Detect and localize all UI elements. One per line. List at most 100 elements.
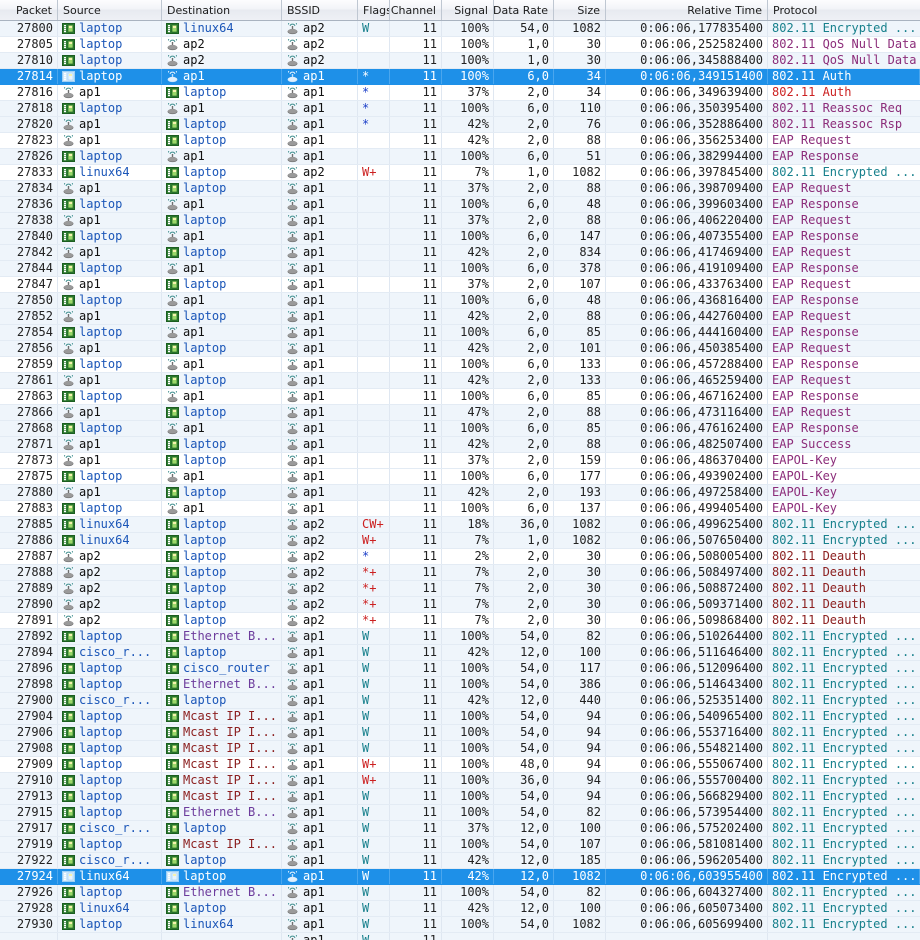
column-header-signal[interactable]: Signal — [442, 0, 494, 20]
table-row[interactable]: 27892 laptop Ethernet B... ap1 W 11 100% 54,0 82… — [0, 629, 920, 645]
column-header-packet[interactable]: Packet — [0, 0, 58, 20]
cell-chan: 11 — [390, 197, 442, 212]
table-row[interactable]: 27917 cisco_r... laptop ap1 W 11 37% 12,0 100 0:0… — [0, 821, 920, 837]
cell-packet: 27915 — [0, 805, 58, 820]
table-row[interactable]: 27820 ap1 laptop ap1 * 11 42% 2,0 76 0:06:06,3528… — [0, 117, 920, 133]
table-row[interactable]: 27926 laptop Ethernet B... ap1 W 11 100% 54,0 82… — [0, 885, 920, 901]
cell-packet: 27894 — [0, 645, 58, 660]
cell-dest: laptop — [162, 213, 282, 228]
table-row[interactable]: 27818 laptop ap1 ap1 * 11 100% 6,0 110 0:06:06,35… — [0, 101, 920, 117]
table-row[interactable]: 27887 ap2 laptop ap2 * 11 2% 2,0 30 0:06:06,50800… — [0, 549, 920, 565]
cell-signal: 100% — [442, 757, 494, 772]
table-row[interactable]: 27886 linux64 laptop ap2 W+ 11 7% 1,0 1082 0:06:0… — [0, 533, 920, 549]
table-row[interactable]: 27889 ap2 laptop ap2 *+ 11 7% 2,0 30 0:06:06,5088… — [0, 581, 920, 597]
table-row[interactable]: 27894 cisco_r... laptop ap1 W 11 42% 12,0 100 0:0… — [0, 645, 920, 661]
table-row[interactable]: 27915 laptop Ethernet B... ap1 W 11 100% 54,0 82… — [0, 805, 920, 821]
table-row[interactable]: 27826 laptop ap1 ap1 11 100% 6,0 51 0:06:06,3829… — [0, 149, 920, 165]
column-header-channel[interactable]: Channel — [390, 0, 442, 20]
table-row[interactable]: 27823 ap1 laptop ap1 11 42% 2,0 88 0:06:06,35625… — [0, 133, 920, 149]
table-row[interactable]: 27885 linux64 laptop ap2 CW+ 11 18% 36,0 1082 0:0… — [0, 517, 920, 533]
host-icon — [166, 166, 180, 179]
table-row[interactable]: 27850 laptop ap1 ap1 11 100% 6,0 48 0:06:06,4368… — [0, 293, 920, 309]
cell-text: 37% — [467, 181, 489, 195]
table-row[interactable]: 27863 laptop ap1 ap1 11 100% 6,0 85 0:06:06,4671… — [0, 389, 920, 405]
table-row[interactable]: 27891 ap2 laptop ap2 *+ 11 7% 2,0 30 0:06:06,5098… — [0, 613, 920, 629]
table-row[interactable]: 27816 ap1 laptop ap1 * 11 37% 2,0 34 0:06:06,3496… — [0, 85, 920, 101]
column-header-datarate[interactable]: Data Rate — [494, 0, 554, 20]
cell-text: laptop — [79, 293, 123, 307]
table-row[interactable]: 27836 laptop ap1 ap1 11 100% 6,0 48 0:06:06,3996… — [0, 197, 920, 213]
table-row[interactable]: 27814 laptop ap1 ap1 * 11 100% 6,0 34 0:06:06,349… — [0, 69, 920, 85]
cell-source: laptop — [58, 709, 162, 724]
table-row[interactable]: 27904 laptop Mcast IP I... ap1 W 11 100% 54,0 94… — [0, 709, 920, 725]
cell-bssid: ap1 — [282, 293, 358, 308]
table-row[interactable]: 27922 cisco_r... laptop ap1 W 11 42% 12,0 185 0:0… — [0, 853, 920, 869]
table-row[interactable]: 27924 linux64 laptop ap1 W 11 42% 12,0 1082 0:06:… — [0, 869, 920, 885]
table-row[interactable]: 27838 ap1 laptop ap1 11 37% 2,0 88 0:06:06,40622… — [0, 213, 920, 229]
table-row[interactable]: 27866 ap1 laptop ap1 11 47% 2,0 88 0:06:06,47311… — [0, 405, 920, 421]
table-row[interactable]: 27913 laptop Mcast IP I... ap1 W 11 100% 54,0 94… — [0, 789, 920, 805]
table-row[interactable]: 27910 laptop Mcast IP I... ap1 W+ 11 100% 36,0 9… — [0, 773, 920, 789]
table-row[interactable]: 27854 laptop ap1 ap1 11 100% 6,0 85 0:06:06,4441… — [0, 325, 920, 341]
column-header-size[interactable]: Size — [554, 0, 606, 20]
table-row[interactable]: 27861 ap1 laptop ap1 11 42% 2,0 133 0:06:06,4652… — [0, 373, 920, 389]
ap-icon — [286, 550, 300, 563]
table-row[interactable]: 27900 cisco_r... laptop ap1 W 11 42% 12,0 440 0:0… — [0, 693, 920, 709]
table-row[interactable]: 27800 laptop linux64 ap2 W 11 100% 54,0 1082 0:06… — [0, 21, 920, 37]
table-row[interactable]: 27898 laptop Ethernet B... ap1 W 11 100% 54,0 38… — [0, 677, 920, 693]
table-row[interactable]: 27871 ap1 laptop ap1 11 42% 2,0 88 0:06:06,48250… — [0, 437, 920, 453]
column-header-protocol[interactable]: Protocol — [768, 0, 920, 20]
table-row[interactable]: 27833 linux64 laptop ap2 W+ 11 7% 1,0 1082 0:06:0… — [0, 165, 920, 181]
table-row[interactable]: 27890 ap2 laptop ap2 *+ 11 7% 2,0 30 0:06:06,5093… — [0, 597, 920, 613]
table-row[interactable]: 27930 laptop linux64 ap1 W 11 100% 54,0 1082 0:06… — [0, 917, 920, 933]
column-header-flags[interactable]: Flags — [358, 0, 390, 20]
table-row[interactable]: 27859 laptop ap1 ap1 11 100% 6,0 133 0:06:06,457… — [0, 357, 920, 373]
host-icon — [166, 902, 180, 915]
column-header-bssid[interactable]: BSSID — [282, 0, 358, 20]
table-row[interactable]: 27810 laptop ap2 ap2 11 100% 1,0 30 0:06:06,3458… — [0, 53, 920, 69]
table-row[interactable]: 27919 laptop Mcast IP I... ap1 W 11 100% 54,0 10… — [0, 837, 920, 853]
table-row[interactable]: 27834 ap1 laptop ap1 11 37% 2,0 88 0:06:06,39870… — [0, 181, 920, 197]
table-row[interactable]: 27805 laptop ap2 ap2 11 100% 1,0 30 0:06:06,2525… — [0, 37, 920, 53]
cell-packet: 27861 — [0, 373, 58, 388]
table-row[interactable]: 27906 laptop Mcast IP I... ap1 W 11 100% 54,0 94… — [0, 725, 920, 741]
cell-bssid: ap1 — [282, 677, 358, 692]
cell-proto: EAP Response — [768, 261, 920, 276]
table-row[interactable]: 27840 laptop ap1 ap1 11 100% 6,0 147 0:06:06,407… — [0, 229, 920, 245]
table-row[interactable]: 27852 ap1 laptop ap1 11 42% 2,0 88 0:06:06,44276… — [0, 309, 920, 325]
table-row[interactable]: 27909 laptop Mcast IP I... ap1 W+ 11 100% 48,0 9… — [0, 757, 920, 773]
table-row[interactable]: 27868 laptop ap1 ap1 11 100% 6,0 85 0:06:06,4761… — [0, 421, 920, 437]
cell-packet: 27930 — [0, 917, 58, 932]
cell-text: linux64 — [79, 901, 130, 915]
cell-time: 0:06:06,512096400 — [606, 661, 768, 676]
table-row[interactable]: 27856 ap1 laptop ap1 11 42% 2,0 101 0:06:06,4503… — [0, 341, 920, 357]
table-row[interactable]: 27880 ap1 laptop ap1 11 42% 2,0 193 0:06:06,4972… — [0, 485, 920, 501]
table-row[interactable]: 27908 laptop Mcast IP I... ap1 W 11 100% 54,0 94… — [0, 741, 920, 757]
cell-bssid: ap2 — [282, 581, 358, 596]
table-row[interactable]: 27888 ap2 laptop ap2 *+ 11 7% 2,0 30 0:06:06,5084… — [0, 565, 920, 581]
table-row[interactable]: 27847 ap1 laptop ap1 11 37% 2,0 107 0:06:06,4337… — [0, 277, 920, 293]
cell-text: 2,0 — [527, 245, 549, 259]
table-row[interactable]: 27842 ap1 laptop ap1 11 42% 2,0 834 0:06:06,4174… — [0, 245, 920, 261]
table-row[interactable]: 27883 laptop ap1 ap1 11 100% 6,0 137 0:06:06,499… — [0, 501, 920, 517]
cell-text: laptop — [183, 517, 227, 531]
table-row[interactable]: ap1 W 11 — [0, 933, 920, 940]
packet-list-grid[interactable]: 27800 laptop linux64 ap2 W 11 100% 54,0 1082 0:06… — [0, 21, 920, 940]
cell-text: ap1 — [303, 277, 325, 291]
table-row[interactable]: 27844 laptop ap1 ap1 11 100% 6,0 378 0:06:06,419… — [0, 261, 920, 277]
cell-size: 1082 — [554, 517, 606, 532]
table-row[interactable]: 27873 ap1 laptop ap1 11 37% 2,0 159 0:06:06,4863… — [0, 453, 920, 469]
cell-text: 42% — [467, 901, 489, 915]
cell-proto: 802.11 Deauth — [768, 581, 920, 596]
cell-text: ap2 — [79, 613, 101, 627]
column-header-destination[interactable]: Destination — [162, 0, 282, 20]
cell-text: 27887 — [16, 549, 53, 563]
table-row[interactable]: 27875 laptop ap1 ap1 11 100% 6,0 177 0:06:06,493… — [0, 469, 920, 485]
table-row[interactable]: 27896 laptop cisco_router ap1 W 11 100% 54,0 117… — [0, 661, 920, 677]
cell-text: 11 — [422, 469, 437, 483]
cell-text: EAP Request — [772, 309, 852, 323]
column-header-time[interactable]: Relative Time — [606, 0, 768, 20]
cell-text: ap1 — [303, 741, 325, 755]
table-row[interactable]: 27928 linux64 laptop ap1 W 11 42% 12,0 100 0:06:0… — [0, 901, 920, 917]
column-header-source[interactable]: Source — [58, 0, 162, 20]
